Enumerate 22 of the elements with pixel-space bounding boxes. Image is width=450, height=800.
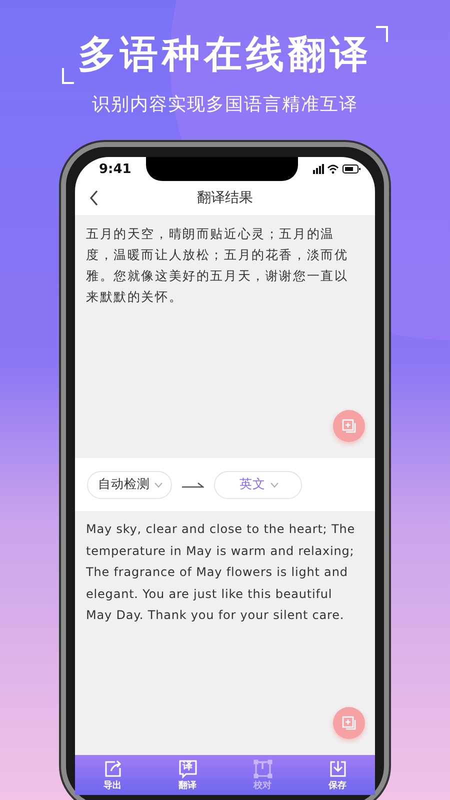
chevron-down-icon [270,482,278,488]
tab-bar-item[interactable]: 保存 [312,758,362,792]
status-time: 9:41 [99,162,132,176]
share-icon [102,758,122,778]
screen-title: 翻译结果 [197,189,253,207]
status-icons [313,164,361,174]
copy-button[interactable] [333,707,365,739]
copy-button[interactable] [333,410,365,442]
translated-text: May sky, clear and close to the heart; The temperature in May is warm and relaxing; The fragrance of May flowers is light and elegant. You are just like this beautiful May Day. Thank you for your silent care. [86,521,356,624]
subheadline: 识别内容实现多国语言精准互译 [92,93,358,116]
target-language-dropdown[interactable]: 英文 [214,470,302,498]
tab-bar-item[interactable]: 导出 [88,758,138,792]
corner-bracket-icon [376,26,388,42]
source-language-dropdown[interactable]: 自动检测 [87,470,172,498]
copy-icon [342,419,356,433]
back-icon[interactable] [89,190,99,206]
copy-icon [342,716,356,730]
corner-bracket-icon [62,68,74,84]
source-text: 五月的天空，晴朗而贴近心灵；五月的温度，温暖而让人放松；五月的花香，淡而优雅。您就像这美好的五月天，谢谢您一直以来默默的关怀。 [86,225,350,306]
headline: 多语种在线翻译 [78,31,372,78]
chevron-down-icon [154,482,163,488]
download-icon [328,758,348,778]
